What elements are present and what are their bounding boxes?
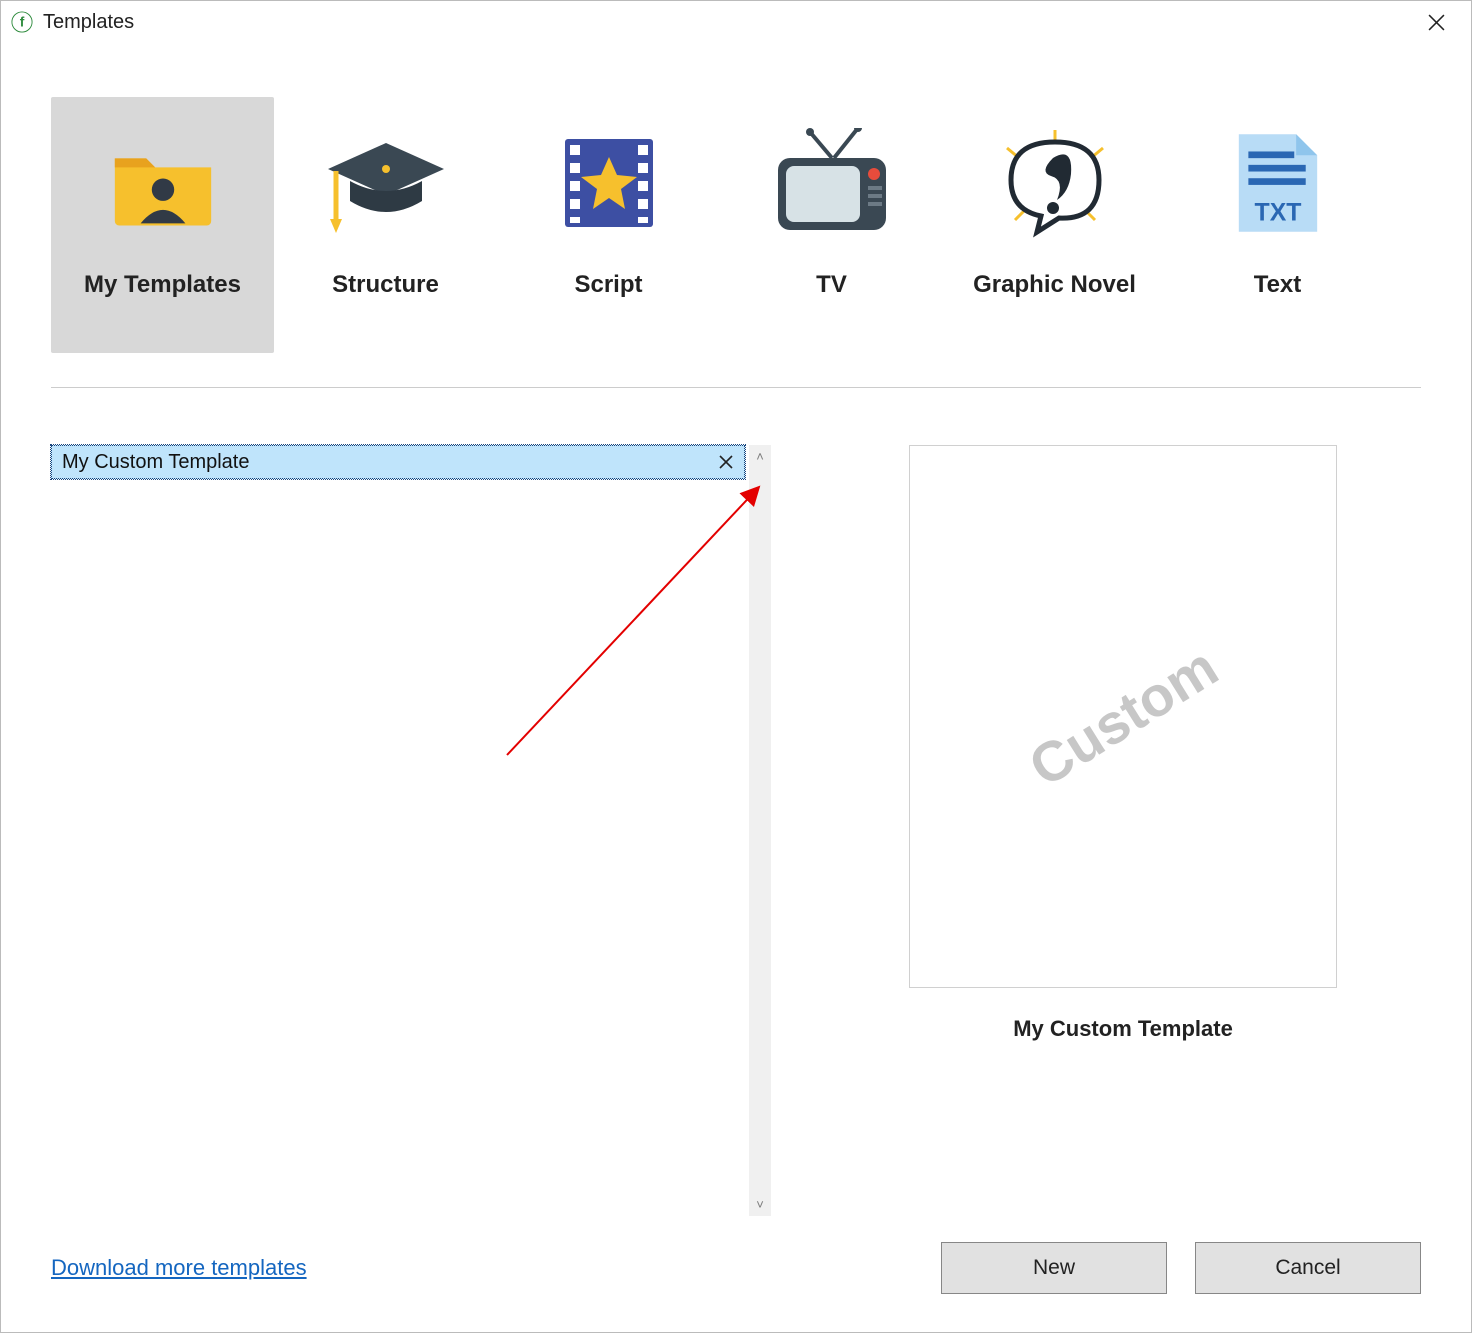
category-label: Script	[574, 271, 642, 299]
new-button[interactable]: New	[941, 1242, 1167, 1294]
category-tv[interactable]: TV	[720, 97, 943, 353]
preview-thumbnail: Custom	[909, 445, 1337, 988]
category-label: Graphic Novel	[973, 271, 1136, 299]
preview-pane: Custom My Custom Template	[771, 445, 1421, 1216]
svg-text:f: f	[20, 15, 25, 30]
preview-title: My Custom Template	[1013, 1016, 1233, 1042]
download-more-templates-link[interactable]: Download more templates	[51, 1255, 307, 1281]
divider	[51, 387, 1421, 388]
film-star-icon	[549, 123, 669, 243]
preview-watermark: Custom	[1017, 634, 1228, 800]
app-icon: f	[11, 11, 33, 33]
close-icon	[1428, 14, 1445, 31]
category-label: Text	[1254, 271, 1302, 299]
scroll-down-icon: ˅	[756, 1197, 764, 1212]
close-icon	[718, 454, 734, 470]
category-graphic-novel[interactable]: Graphic Novel	[943, 97, 1166, 353]
template-list-item[interactable]: My Custom Template	[51, 445, 745, 479]
category-label: Structure	[332, 271, 439, 299]
titlebar: f Templates	[1, 1, 1471, 43]
template-item-delete-button[interactable]	[714, 450, 738, 474]
category-my-templates[interactable]: My Templates	[51, 97, 274, 353]
scroll-up-icon: ˄	[756, 449, 764, 464]
comic-exclaim-icon	[995, 123, 1115, 243]
window-title: Templates	[43, 11, 134, 34]
list-scrollbar[interactable]: ˄ ˅	[749, 445, 771, 1216]
folder-user-icon	[103, 123, 223, 243]
category-label: My Templates	[84, 271, 241, 299]
template-item-name: My Custom Template	[62, 451, 249, 474]
dialog-footer: Download more templates New Cancel	[51, 1240, 1421, 1296]
category-structure[interactable]: Structure	[274, 97, 497, 353]
dialog-frame: f Templates My Te	[0, 0, 1472, 1333]
tv-icon	[772, 123, 892, 243]
graduation-cap-icon	[326, 123, 446, 243]
txt-file-icon: TXT	[1218, 123, 1338, 243]
category-text[interactable]: TXT Text	[1166, 97, 1389, 353]
window-close-button[interactable]	[1407, 1, 1465, 43]
svg-text:TXT: TXT	[1254, 199, 1301, 226]
category-label: TV	[816, 271, 847, 299]
cancel-button[interactable]: Cancel	[1195, 1242, 1421, 1294]
category-row: My Templates Structure	[51, 97, 1421, 353]
category-script[interactable]: Script	[497, 97, 720, 353]
template-list-pane: My Custom Template ˄ ˅	[51, 445, 771, 1216]
